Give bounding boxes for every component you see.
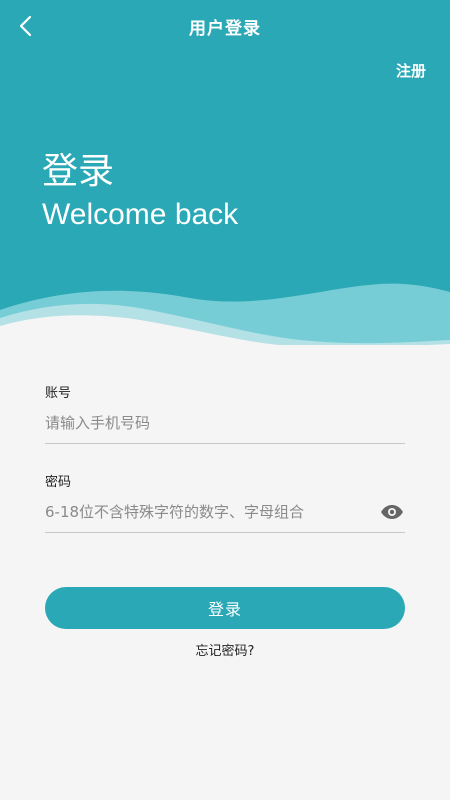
- hero-subtitle: Welcome back: [42, 198, 239, 231]
- password-label: 密码: [45, 475, 72, 490]
- password-input[interactable]: [45, 493, 405, 531]
- login-form: 账号 密码: [45, 385, 405, 533]
- login-screen: 用户登录 注册 登录 Welcome back 账号 密码: [0, 0, 450, 800]
- toggle-password-visibility-button[interactable]: [379, 500, 405, 524]
- navigation-bar: 用户登录: [0, 0, 450, 54]
- account-field-row: [45, 403, 405, 444]
- header-banner: 用户登录 注册 登录 Welcome back: [0, 0, 450, 345]
- password-field-group: 密码: [45, 474, 405, 533]
- wave-decoration: [0, 283, 450, 345]
- page-title: 用户登录: [189, 19, 261, 39]
- hero-title: 登录: [42, 151, 115, 192]
- forgot-password-link[interactable]: 忘记密码?: [0, 640, 450, 659]
- login-button[interactable]: 登录: [45, 587, 405, 629]
- password-field-row: [45, 492, 405, 533]
- account-input[interactable]: [45, 404, 405, 442]
- eye-icon: [381, 505, 403, 519]
- register-link[interactable]: 注册: [396, 60, 426, 81]
- account-field-group: 账号: [45, 385, 405, 444]
- account-label: 账号: [45, 386, 72, 401]
